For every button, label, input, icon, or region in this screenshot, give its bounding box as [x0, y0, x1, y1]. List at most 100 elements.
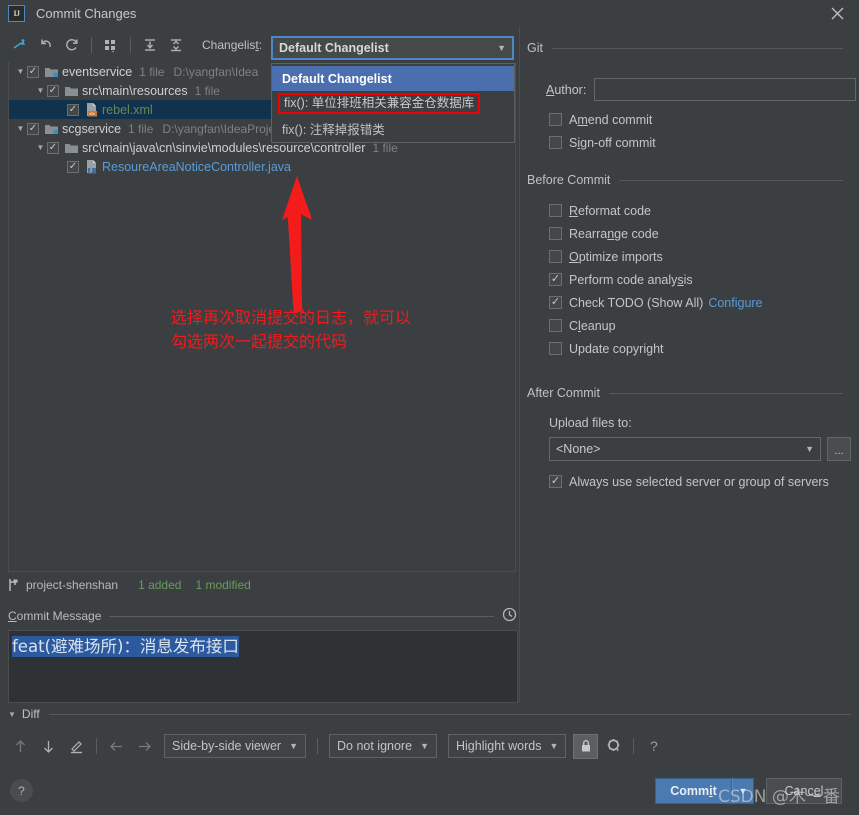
- tree-row-checkbox[interactable]: ✓: [67, 160, 79, 173]
- upload-row: <None> ▼ ...: [549, 437, 851, 461]
- always-use-server-checkbox[interactable]: ✓ Always use selected server or group of…: [549, 470, 829, 493]
- close-icon[interactable]: [815, 0, 859, 27]
- viewer-mode-combobox[interactable]: Side-by-side viewer ▼: [164, 734, 306, 758]
- commit-message-input[interactable]: feat(避难场所)：消息发布接口: [8, 630, 518, 703]
- tree-expand-toggle-icon[interactable]: ▼: [34, 86, 47, 95]
- tree-row-name: rebel.xml: [102, 102, 153, 117]
- changelist-option[interactable]: fix(): 注释掉报错类: [272, 116, 514, 141]
- collapse-all-icon[interactable]: [164, 33, 188, 57]
- branch-icon: [8, 578, 19, 592]
- changelist-combobox[interactable]: Default Changelist ▼: [271, 36, 514, 60]
- ignore-mode-combobox[interactable]: Do not ignore ▼: [329, 734, 437, 758]
- project-name: project-shenshan: [26, 578, 119, 592]
- dialog-help-button[interactable]: ?: [10, 779, 33, 802]
- chevron-down-icon: ▼: [497, 43, 506, 53]
- edit-source-icon[interactable]: [64, 734, 89, 759]
- checkbox-box: ✓: [549, 273, 562, 286]
- tree-row-file-count: 1 file: [139, 64, 165, 79]
- divider-line: [619, 179, 843, 181]
- tree-row[interactable]: ✓ J ResoureAreaNoticeController.java: [9, 157, 515, 176]
- toolbar-separator-2: [317, 738, 318, 754]
- diff-section-header[interactable]: ▼ Diff: [8, 706, 851, 722]
- checkbox-box: ✓: [549, 296, 562, 309]
- before-commit-checkbox[interactable]: Reformat code: [549, 199, 854, 222]
- browse-servers-button[interactable]: ...: [827, 437, 851, 461]
- svg-text:<>: <>: [89, 112, 95, 118]
- modified-count: 1 modified: [195, 578, 251, 592]
- git-checkbox[interactable]: Amend commit: [549, 108, 849, 131]
- git-checkbox-group: Amend commit Sign-off commit: [549, 108, 849, 154]
- commit-message-text: feat(避难场所)：消息发布接口: [12, 636, 239, 657]
- upload-server-combobox[interactable]: <None> ▼: [549, 437, 821, 461]
- changelist-option-label: Default Changelist: [282, 71, 392, 86]
- before-commit-checkbox-label: Check TODO (Show All): [569, 295, 704, 310]
- next-difference-icon[interactable]: [36, 734, 61, 759]
- move-to-changelist-icon[interactable]: [8, 33, 32, 57]
- tree-expand-toggle-icon[interactable]: ▼: [34, 143, 47, 152]
- tree-row-checkbox[interactable]: ✓: [27, 65, 39, 78]
- before-commit-checkbox-label: Rearrange code: [569, 226, 659, 241]
- checkbox-box: [549, 319, 562, 332]
- before-commit-checkbox[interactable]: Optimize imports: [549, 245, 854, 268]
- group-by-icon[interactable]: [99, 33, 123, 57]
- tree-expand-toggle-icon[interactable]: ▼: [14, 124, 27, 133]
- before-commit-checkbox-label: Update copyright: [569, 341, 664, 356]
- before-commit-section-header: Before Commit: [527, 173, 851, 187]
- checkbox-box: [549, 227, 562, 240]
- accept-right-icon[interactable]: [132, 734, 157, 759]
- changelist-option[interactable]: fix(): 单位排班相关兼容金仓数据库: [272, 91, 514, 116]
- before-commit-checkbox[interactable]: ✓ Check TODO (Show All) Configure: [549, 291, 854, 314]
- before-commit-checkbox[interactable]: Update copyright: [549, 337, 854, 360]
- divider-line: [551, 47, 843, 49]
- commit-dropdown-arrow[interactable]: ▼: [732, 778, 754, 804]
- upload-files-label: Upload files to:: [549, 416, 632, 430]
- chevron-down-icon: ▼: [420, 741, 429, 751]
- tree-row-checkbox[interactable]: ✓: [27, 122, 39, 135]
- tree-row-checkbox[interactable]: ✓: [67, 103, 79, 116]
- diff-toolbar: Side-by-side viewer ▼ Do not ignore ▼ Hi…: [8, 732, 708, 760]
- tree-expand-toggle-icon[interactable]: ▼: [14, 67, 27, 76]
- refresh-icon[interactable]: [60, 33, 84, 57]
- toolbar-separator-2: [130, 37, 131, 53]
- chevron-down-icon: ▼: [549, 741, 559, 751]
- clock-history-icon[interactable]: [502, 607, 518, 625]
- git-checkbox-label: Sign-off commit: [569, 135, 656, 150]
- tree-row-checkbox[interactable]: ✓: [47, 141, 59, 154]
- tree-row-name: eventservice: [62, 64, 133, 79]
- cancel-button[interactable]: Canc e l: [766, 778, 842, 804]
- folder-icon: [63, 141, 79, 155]
- git-section-header: Git: [527, 41, 851, 55]
- before-commit-checkbox[interactable]: Cleanup: [549, 314, 854, 337]
- lock-icon[interactable]: [573, 733, 599, 759]
- highlight-mode-combobox[interactable]: Highlight words ▼: [447, 734, 567, 758]
- checkbox-box: [549, 204, 562, 217]
- changelist-dropdown-popup[interactable]: Default Changelist fix(): 单位排班相关兼容金仓数据库 fi…: [271, 63, 515, 143]
- accept-left-icon[interactable]: [104, 734, 129, 759]
- always-use-server-label: Always use selected server or group of s…: [569, 474, 829, 489]
- before-commit-checkbox-label: Optimize imports: [569, 249, 663, 264]
- configure-link[interactable]: Configure: [708, 296, 762, 310]
- git-checkbox-label: Amend commit: [569, 112, 653, 127]
- git-checkbox[interactable]: Sign-off commit: [549, 131, 849, 154]
- expand-all-icon[interactable]: [138, 33, 162, 57]
- before-commit-checkbox[interactable]: Rearrange code: [549, 222, 854, 245]
- commit-button[interactable]: Comm i t: [655, 778, 732, 804]
- changelist-option-label: fix(): 注释掉报错类: [282, 123, 385, 137]
- author-label: Author:: [546, 83, 586, 97]
- gear-icon[interactable]: [601, 734, 626, 759]
- panel-divider: [519, 27, 520, 702]
- author-field[interactable]: [594, 78, 856, 101]
- tree-row-name: scgservice: [62, 121, 122, 136]
- changelist-label: Changelist:: [202, 38, 262, 52]
- tree-row-checkbox[interactable]: ✓: [47, 84, 59, 97]
- previous-difference-icon[interactable]: [8, 734, 33, 759]
- changelist-option[interactable]: Default Changelist: [272, 66, 514, 91]
- tree-row-file-count: 1 file: [194, 83, 220, 98]
- changelist-option-label: fix(): 单位排班相关兼容金仓数据库: [278, 93, 481, 114]
- rollback-icon[interactable]: [34, 33, 58, 57]
- before-commit-checkbox[interactable]: ✓ Perform code analysis: [549, 268, 854, 291]
- ignore-mode-value: Do not ignore: [337, 739, 413, 753]
- author-label-text: uthor:: [554, 82, 587, 97]
- help-icon[interactable]: ?: [641, 734, 666, 759]
- author-row: Author:: [546, 78, 856, 101]
